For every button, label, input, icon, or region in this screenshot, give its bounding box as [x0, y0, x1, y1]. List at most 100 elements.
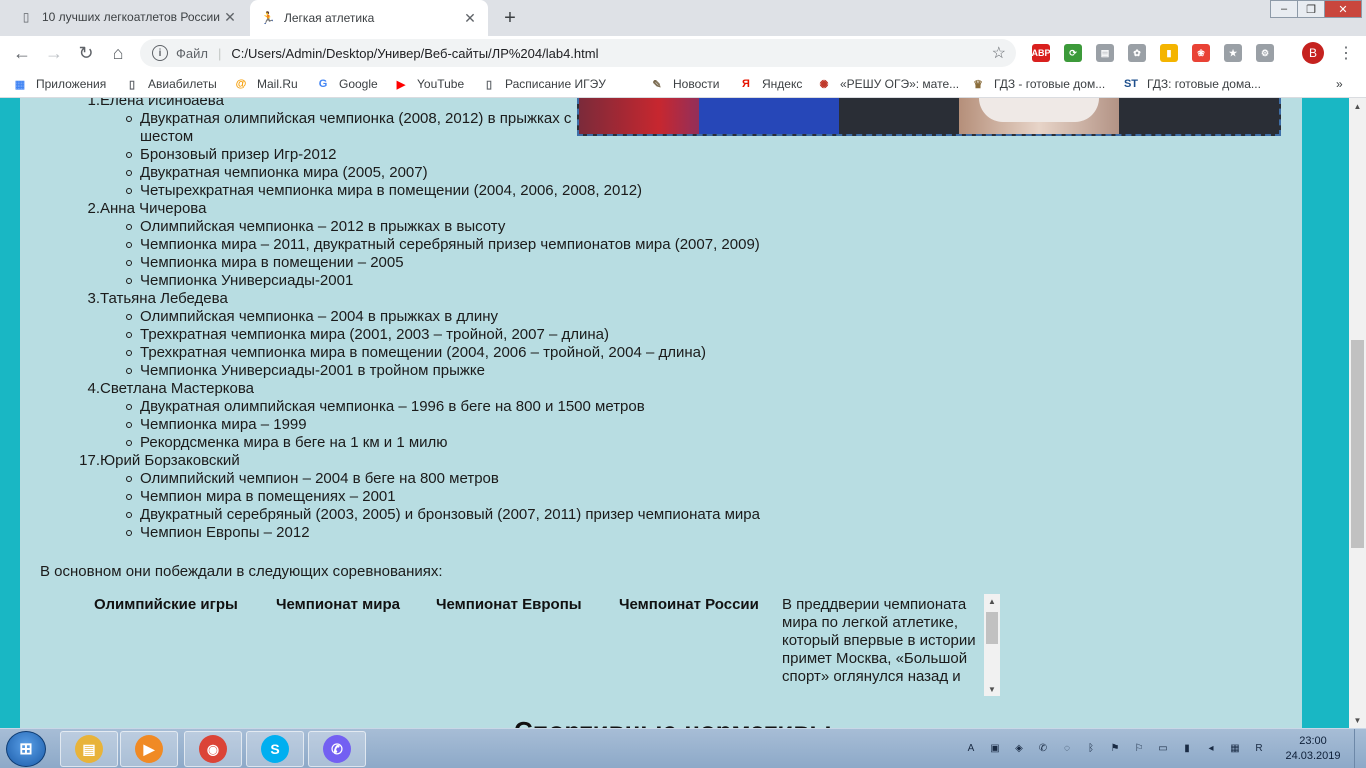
sync-tray-icon[interactable]: ◌: [1060, 741, 1074, 755]
taskbar: ⊞ ▤ ▶ ◉ S ✆ A ▣ ◈ ✆ ◌ ᛒ ⚑ ⚐ ▭ ▮ ◂ ▦ R 23:00 24.03.2019: [0, 728, 1366, 768]
bluetooth-icon[interactable]: ᛒ: [1084, 741, 1098, 755]
achievement-item: Чемпионка мира в помещении – 2005: [126, 254, 800, 272]
scrollbar-thumb[interactable]: [986, 612, 998, 644]
start-button[interactable]: ⊞: [6, 731, 46, 767]
yandex-icon: Я: [742, 78, 750, 90]
scrollbar[interactable]: [984, 594, 1000, 696]
bookmark-ext-icon[interactable]: ★: [1224, 44, 1242, 62]
bullet-icon: [126, 170, 132, 176]
achievement-text: Чемпион Европы – 2012: [140, 524, 310, 541]
scroll-up-icon[interactable]: ▲: [1349, 98, 1366, 114]
scroll-up-icon[interactable]: ▲: [984, 594, 1000, 608]
pdf-icon[interactable]: ▤: [1096, 44, 1114, 62]
bookmark-label: YouTube: [417, 77, 465, 91]
bullet-icon: [126, 530, 132, 536]
viber-tray-icon[interactable]: ✆: [1036, 741, 1050, 755]
achievement-text: Чемпионка Универсиады-2001 в тройном пры…: [140, 362, 485, 379]
app-tray-icon[interactable]: ◈: [1012, 741, 1026, 755]
taskbar-app[interactable]: S: [246, 731, 304, 767]
taskbar-app[interactable]: ▶: [120, 731, 178, 767]
taskbar-app[interactable]: ▤: [60, 731, 118, 767]
home-icon[interactable]: ⌂: [106, 41, 130, 65]
achievement-text: Чемпион мира в помещениях – 2001: [140, 488, 396, 505]
achievement-item: Рекордсменка мира в беге на 1 км и 1 мил…: [126, 434, 800, 452]
abp-icon[interactable]: ABP: [1032, 44, 1051, 62]
bookmark-item[interactable]: ▯ Расписание ИГЭУ: [481, 75, 606, 93]
scroll-text: В преддверии чемпионата мира по легкой а…: [782, 596, 976, 685]
page-scrollbar-thumb[interactable]: [1351, 340, 1364, 548]
bookmarks-overflow[interactable]: »: [1336, 75, 1343, 93]
close-icon[interactable]: ✕: [222, 9, 238, 25]
achievement-text: Олимпийская чемпионка – 2012 в прыжках в…: [140, 218, 506, 235]
page-scrollbar[interactable]: ▲ ▼: [1349, 98, 1366, 728]
signal-icon[interactable]: ▮: [1180, 741, 1194, 755]
bookmark-item[interactable]: ♛ ГДЗ - готовые дом...: [970, 75, 1105, 93]
athlete-number: 4.: [87, 380, 100, 397]
tab-active[interactable]: 🏃 Легкая атлетика ✕: [250, 0, 488, 36]
restore-button[interactable]: ❐: [1297, 0, 1325, 18]
colorful-ext-icon[interactable]: ▮: [1160, 44, 1178, 62]
taskbar-app[interactable]: ✆: [308, 731, 366, 767]
bookmark-item[interactable]: ST ГДЗ: готовые дома...: [1123, 75, 1261, 93]
flag-tray-icon[interactable]: ⚑: [1108, 741, 1122, 755]
flag-icon[interactable]: ⚐: [1132, 741, 1146, 755]
mailru-icon: @: [235, 78, 247, 90]
gear-ext-icon[interactable]: ✿: [1128, 44, 1146, 62]
achievement-text: Трехкратная чемпионка мира (2001, 2003 –…: [140, 326, 609, 343]
back-icon[interactable]: ←: [10, 41, 34, 65]
chrome-icon: ◉: [199, 735, 227, 763]
clock[interactable]: 23:00 24.03.2019: [1280, 734, 1346, 764]
bullet-icon: [126, 350, 132, 356]
network-tray-icon[interactable]: ▣: [988, 741, 1002, 755]
address-bar[interactable]: i Файл | C:/Users/Admin/Desktop/Универ/В…: [140, 39, 1016, 67]
clock-time: 23:00: [1299, 735, 1327, 747]
bookmark-item[interactable]: ▶ YouTube: [393, 75, 464, 93]
bookmark-item[interactable]: ▯ Авиабилеты: [124, 75, 217, 93]
achievement-item: Чемпионка Универсиады-2001 в тройном пры…: [126, 362, 800, 380]
flower-ext-icon[interactable]: ❀: [1192, 44, 1210, 62]
bookmark-label: Google: [339, 77, 378, 91]
url-text[interactable]: C:/Users/Admin/Desktop/Универ/Веб-сайты/…: [231, 46, 598, 61]
star-icon[interactable]: ☆: [992, 43, 1006, 63]
bookmark-item[interactable]: G Google: [315, 75, 378, 93]
keyboard-icon[interactable]: ▦: [1228, 741, 1242, 755]
tab-inactive[interactable]: ▯ 10 лучших легкоатлетов России ✕: [8, 0, 248, 34]
bookmark-label: Расписание ИГЭУ: [505, 77, 606, 91]
gdz-icon: ♛: [973, 78, 983, 91]
show-desktop-button[interactable]: [1354, 729, 1366, 768]
scroll-down-icon[interactable]: ▼: [984, 682, 1000, 696]
taskbar-app[interactable]: ◉: [184, 731, 242, 767]
monitor-icon[interactable]: ▭: [1156, 741, 1170, 755]
scroll-down-icon[interactable]: ▼: [1349, 712, 1366, 728]
new-tab-button[interactable]: +: [498, 6, 522, 30]
bullet-icon: [126, 224, 132, 230]
bookmark-label: Приложения: [36, 77, 107, 91]
sync-icon[interactable]: ⟳: [1064, 44, 1082, 62]
bookmark-label: Яндекс: [762, 77, 803, 91]
competition-heading: Чемпионат мира: [276, 596, 400, 613]
minimize-button[interactable]: –: [1270, 0, 1298, 18]
language-icon[interactable]: R: [1252, 741, 1266, 755]
profile-avatar[interactable]: B: [1302, 42, 1324, 64]
achievement-text: Чемпионка мира – 2011, двукратный серебр…: [140, 236, 760, 253]
close-window-button[interactable]: ✕: [1324, 0, 1362, 18]
bookmark-item[interactable]: @ Mail.Ru: [233, 75, 298, 93]
volume-icon[interactable]: ◂: [1204, 741, 1218, 755]
scrollable-text-box[interactable]: В преддверии чемпионата мира по легкой а…: [780, 594, 1000, 696]
reload-icon[interactable]: ↻: [74, 41, 98, 65]
bookmark-item[interactable]: ✺ «РЕШУ ОГЭ»: мате...: [816, 75, 959, 93]
bookmark-item[interactable]: ▦ Приложения: [12, 75, 106, 93]
page-content: 1. Елена Исинбаева Двукратная олимпийская …: [20, 98, 1302, 728]
close-icon[interactable]: ✕: [462, 10, 478, 26]
menu-icon[interactable]: ⋮: [1336, 42, 1356, 64]
achievement-item: Четырехкратная чемпионка мира в помещени…: [126, 182, 800, 200]
athlete-item: 3. Татьяна Лебедева: [40, 290, 800, 308]
forward-icon[interactable]: →: [42, 41, 66, 65]
bookmark-item[interactable]: ✎ Новости: [649, 75, 719, 93]
bookmark-item[interactable]: Я Яндекс: [738, 75, 802, 93]
browser-toolbar: ← → ↻ ⌂ i Файл | C:/Users/Admin/Desktop/…: [0, 36, 1366, 70]
info-icon[interactable]: i: [152, 45, 168, 61]
achievement-text: Олимпийский чемпион – 2004 в беге на 800…: [140, 470, 499, 487]
adobe-tray-icon[interactable]: A: [964, 741, 978, 755]
puzzle-ext-icon[interactable]: ⚙: [1256, 44, 1274, 62]
